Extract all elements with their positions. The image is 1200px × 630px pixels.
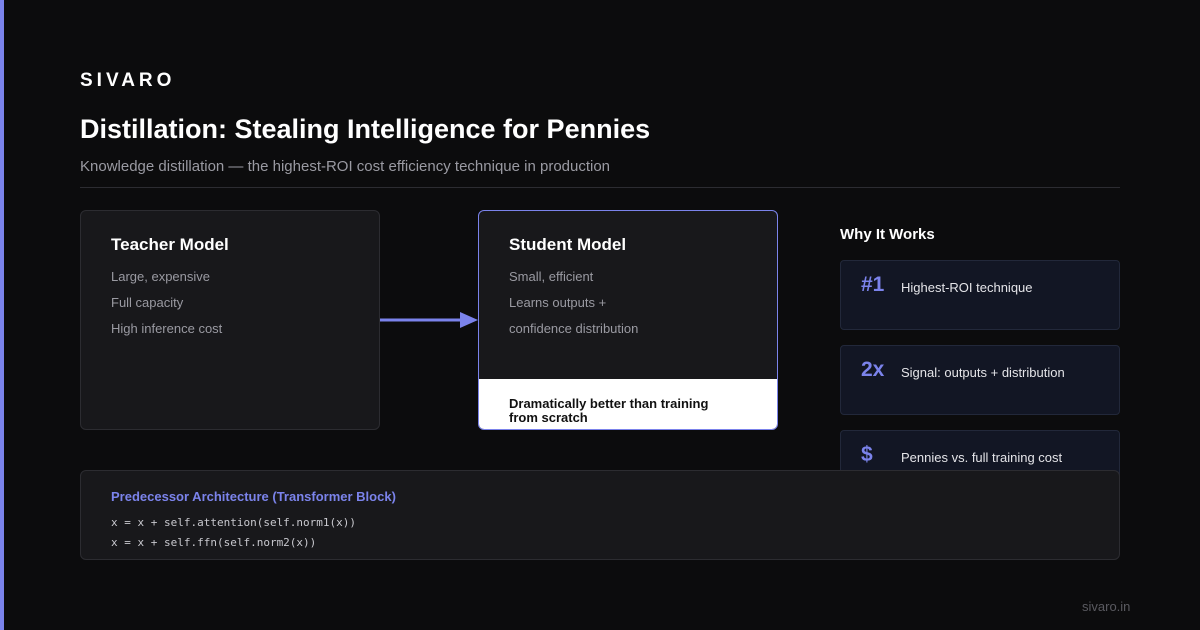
multiplier-icon: 2x [861,358,885,381]
code-card: Predecessor Architecture (Transformer Bl… [80,470,1120,560]
why-it-works-heading: Why It Works [840,226,935,243]
student-model-card: Student Model Small, efficient Learns ou… [478,210,778,430]
teacher-model-line: Full capacity [111,295,184,310]
why-item-signal: 2x Signal: outputs + distribution [840,345,1120,415]
why-item-text: Signal: outputs + distribution [901,365,1065,380]
teacher-model-line: Large, expensive [111,269,211,284]
arrow-right-icon [380,312,478,328]
footer-url: sivaro.in [1082,599,1131,614]
student-callout-text: Dramatically better than training from s… [509,396,709,425]
student-model-title: Student Model [509,235,627,254]
student-model-line: Learns outputs + [509,295,607,310]
code-card-title: Predecessor Architecture (Transformer Bl… [111,489,396,504]
page-subtitle: Knowledge distillation — the highest-ROI… [80,158,611,175]
why-item-text: Highest-ROI technique [901,280,1033,295]
why-item-text: Pennies vs. full training cost [901,450,1063,465]
teacher-model-title: Teacher Model [111,235,229,254]
brand-logo: SIVARO [80,70,176,91]
slide-canvas: SIVARO Distillation: Stealing Intelligen… [0,0,1200,630]
dollar-icon: $ [861,443,873,466]
why-item-roi: #1 Highest-ROI technique [840,260,1120,330]
page-title: Distillation: Stealing Intelligence for … [80,114,651,144]
code-line: x = x + self.ffn(self.norm2(x)) [111,536,317,549]
teacher-model-line: High inference cost [111,321,223,336]
student-model-line: confidence distribution [509,321,639,336]
student-callout: Dramatically better than training from s… [479,379,777,429]
teacher-model-card: Teacher Model Large, expensive Full capa… [80,210,380,430]
code-line: x = x + self.attention(self.norm1(x)) [111,516,357,529]
student-model-line: Small, efficient [509,269,594,284]
header-divider [80,187,1120,188]
accent-bar [0,0,4,630]
rank-one-icon: #1 [861,273,885,296]
